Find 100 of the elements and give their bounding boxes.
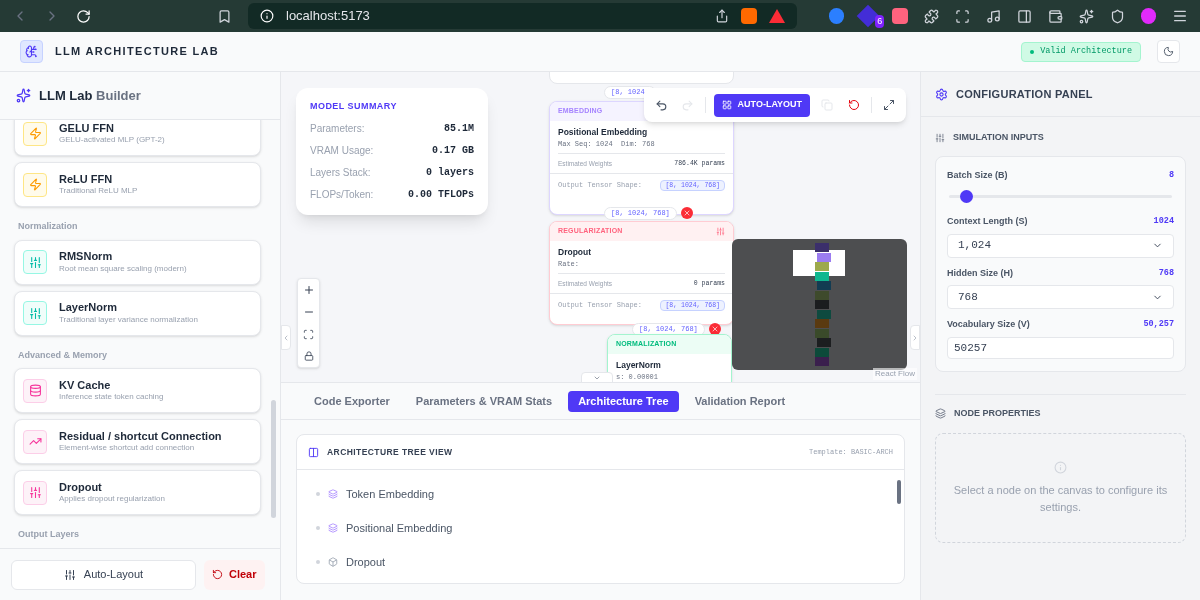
- tab[interactable]: Validation Report: [684, 390, 796, 412]
- sidebar-icon[interactable]: [1016, 8, 1032, 24]
- stat-value: 0.17 GB: [432, 143, 474, 158]
- section-heading: Normalization: [17, 220, 79, 233]
- field-label: Batch Size (B): [947, 168, 1008, 182]
- component-card[interactable]: LayerNorm Traditional layer variance normalization: [14, 290, 261, 336]
- node-title: LayerNorm: [616, 360, 662, 371]
- stat-label: FLOPs/Token:: [310, 187, 374, 202]
- lock-icon: [303, 351, 314, 361]
- component-name: ReLU FFN: [59, 172, 114, 187]
- chevron-right-icon: [911, 333, 919, 342]
- component-name: RMSNorm: [59, 250, 114, 264]
- field-label: Hidden Size (H): [947, 266, 1013, 280]
- input-field[interactable]: 50257: [947, 336, 1174, 359]
- sliders-icon: [23, 480, 47, 505]
- component-card[interactable]: ReLU FFN Traditional ReLU MLP: [14, 162, 261, 207]
- minimap[interactable]: [732, 239, 907, 370]
- field-reading: 50,257: [1143, 318, 1174, 331]
- tab[interactable]: Architecture Tree: [568, 390, 679, 412]
- component-card[interactable]: KV Cache Inference state token caching: [14, 368, 261, 413]
- panel-title: ARCHITECTURE TREE VIEW: [327, 445, 453, 459]
- puzzle-icon[interactable]: [923, 8, 939, 24]
- component-card[interactable]: Residual / shortcut Connection Element-wise shortcut add connection: [14, 419, 261, 464]
- flow-canvas[interactable]: [281, 72, 920, 383]
- layers-icon: [328, 523, 338, 533]
- profile-avatar[interactable]: [1140, 8, 1156, 24]
- component-card[interactable]: GELU FFN GELU-activated MLP (GPT-2): [14, 120, 261, 156]
- columns-icon: [308, 446, 319, 458]
- sliders-icon: [935, 132, 945, 143]
- component-name: GELU FFN: [59, 121, 115, 136]
- component-card[interactable]: Dropout Applies dropout regularization: [14, 470, 261, 515]
- component-description: Inference state token caching: [59, 392, 164, 403]
- component-description: Traditional layer variance normalization: [59, 314, 198, 325]
- select-field[interactable]: 1,024: [947, 233, 1174, 258]
- extension-icon[interactable]: [892, 8, 908, 24]
- sparkles-icon: [16, 88, 31, 103]
- stat-label: Parameters:: [310, 121, 365, 136]
- component-name: LayerNorm: [59, 301, 119, 315]
- cube-icon: [328, 557, 338, 567]
- tree-item[interactable]: Positional Embedding: [316, 519, 885, 537]
- reset-icon: [212, 569, 223, 580]
- grid-icon: [721, 100, 732, 110]
- sliders-icon: [23, 301, 47, 325]
- tab[interactable]: Code Exporter: [304, 390, 400, 412]
- moon-icon: [1163, 46, 1174, 57]
- component-name: Residual / shortcut Connection: [59, 429, 222, 444]
- component-description: Traditional ReLU MLP: [59, 186, 138, 197]
- url-text: localhost:5173: [286, 7, 370, 26]
- auto-layout-button[interactable]: AUTO-LAYOUT: [713, 93, 811, 117]
- share-icon[interactable]: [715, 9, 729, 23]
- brain-logo-icon: [20, 40, 43, 63]
- stat-label: VRAM Usage:: [310, 143, 374, 158]
- slider-thumb[interactable]: [959, 190, 973, 203]
- stat-value: 0 layers: [426, 165, 474, 180]
- tab[interactable]: Parameters & VRAM Stats: [405, 390, 563, 412]
- attribution-text: React Flow: [873, 368, 917, 380]
- wallet-icon[interactable]: [1047, 8, 1063, 24]
- sliders-icon: [23, 250, 47, 274]
- section-title: NODE PROPERTIES: [954, 406, 1041, 420]
- component-name: KV Cache: [59, 378, 112, 393]
- info-icon: [1054, 461, 1067, 474]
- field-reading: 1024: [1153, 215, 1174, 228]
- field-label: Context Length (S): [947, 215, 1028, 228]
- scrollbar-thumb[interactable]: [271, 400, 276, 518]
- sliders-icon: [716, 227, 725, 236]
- slider[interactable]: [949, 190, 1172, 203]
- reset-icon: [847, 99, 860, 111]
- sparkle-icon[interactable]: [1078, 8, 1094, 24]
- extension-icon[interactable]: [829, 8, 845, 24]
- stat-value: 0.00 TFLOPs: [408, 187, 474, 202]
- theme-toggle-button[interactable]: [1157, 40, 1180, 63]
- component-card[interactable]: RMSNorm Root mean square scaling (modern): [14, 239, 261, 285]
- undo-icon: [654, 98, 668, 112]
- reload-icon[interactable]: [76, 8, 91, 24]
- app-title: LLM ARCHITECTURE LAB: [55, 44, 220, 60]
- stat-value: 85.1M: [444, 121, 474, 136]
- menu-icon[interactable]: [1172, 8, 1188, 24]
- field-reading: 768: [1158, 266, 1174, 280]
- sliders-icon: [63, 568, 76, 581]
- fit-view-icon: [303, 328, 314, 340]
- info-icon: [260, 9, 274, 23]
- address-bar[interactable]: localhost:5173: [248, 3, 797, 29]
- node-title: Positional Embedding: [558, 127, 649, 138]
- card-title: MODEL SUMMARY: [310, 100, 398, 113]
- shield-icon[interactable]: [1109, 8, 1125, 24]
- delete-edge-button[interactable]: [708, 323, 721, 336]
- bookmark-icon[interactable]: [217, 8, 232, 24]
- section-heading: Advanced & Memory: [17, 348, 109, 362]
- component-description: Element-wise shortcut add connection: [59, 443, 196, 454]
- scrollbar-thumb[interactable]: [897, 480, 901, 504]
- layers-icon: [328, 489, 338, 499]
- tree-item[interactable]: Dropout: [316, 553, 885, 571]
- trend-icon: [23, 429, 47, 454]
- empty-message: Select a node on the canvas to configure its settings.: [952, 483, 1169, 515]
- tree-item[interactable]: Token Embedding: [316, 485, 885, 503]
- clear-button[interactable]: Clear: [204, 559, 265, 590]
- auto-layout-button[interactable]: Auto-Layout: [11, 559, 196, 590]
- sidebar-title: LLM Lab Builder: [39, 86, 141, 105]
- music-icon[interactable]: [985, 8, 1001, 24]
- select-field[interactable]: 768: [947, 285, 1174, 309]
